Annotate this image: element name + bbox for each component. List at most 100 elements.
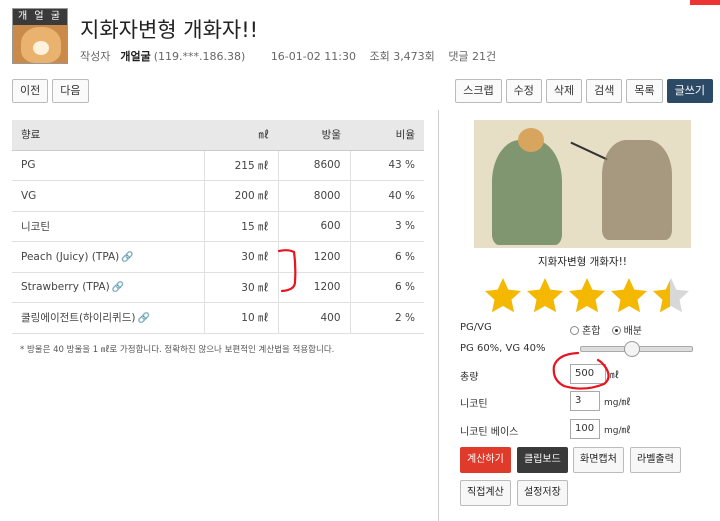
author-label: 작성자 xyxy=(80,50,111,63)
amount-unit: ㎖ xyxy=(610,371,620,381)
link-icon[interactable]: 🔗 xyxy=(121,252,133,263)
post-date: 16-01-02 11:30 xyxy=(270,50,356,63)
row-drops: 8000 xyxy=(277,180,350,212)
col-header-drops: 방울 xyxy=(278,120,350,151)
nic-label: 니코틴 xyxy=(460,399,488,410)
row-drops: 1200 xyxy=(277,272,350,303)
delete-button[interactable]: 삭제 xyxy=(545,79,583,103)
flavor-link[interactable]: Strawberry (TPA) xyxy=(21,281,110,293)
dog-head-icon xyxy=(518,128,544,152)
drops-note: * 방울은 40 방울을 1 ㎖로 가정합니다. 정확하진 않으나 보편적인 계… xyxy=(20,345,335,355)
row-drops: 600 xyxy=(277,211,350,242)
scrap-button[interactable]: 스크랩 xyxy=(455,79,502,103)
row-ml: 10 ㎖ xyxy=(203,302,278,334)
brush-stroke xyxy=(570,141,608,161)
edit-button[interactable]: 수정 xyxy=(505,79,542,103)
avatar[interactable]: 개 얼 굴 xyxy=(12,8,68,64)
star-icon[interactable] xyxy=(653,278,689,313)
pgvg-label: PG/VG xyxy=(460,322,492,333)
recipe-table: 향료 ㎖ 방울 비율 PG 215 ㎖ 8600 43 % VG 200 ㎖ 8… xyxy=(12,120,424,334)
clipboard-button[interactable]: 클립보드 xyxy=(517,447,568,473)
radio-dist-label: 배분 xyxy=(623,326,642,337)
label-print-button[interactable]: 라벨출력 xyxy=(630,447,681,473)
post-navbar: 이전 다음 스크랩 수정 삭제 검색 목록 글쓰기 xyxy=(12,79,713,105)
row-ratio: 3 % xyxy=(349,211,424,242)
dog-face-icon xyxy=(21,27,61,63)
slider-thumb[interactable] xyxy=(624,341,641,357)
base-input[interactable]: 100 xyxy=(570,419,600,439)
star-icon[interactable] xyxy=(527,278,563,313)
next-button[interactable]: 다음 xyxy=(52,79,89,103)
row-ratio: 40 % xyxy=(349,180,424,212)
row-ratio: 43 % xyxy=(349,150,424,181)
table-row: VG 200 ㎖ 8000 40 % xyxy=(12,180,424,212)
amount-input[interactable]: 500 xyxy=(570,364,606,384)
pgvg-slider[interactable] xyxy=(580,341,693,357)
radio-mix-label: 혼합 xyxy=(582,326,601,337)
row-name: 니코틴 xyxy=(12,211,204,242)
painted-figure xyxy=(602,140,672,240)
avatar-name: 개 얼 굴 xyxy=(13,9,67,25)
table-header-row: 향료 ㎖ 방울 비율 xyxy=(12,120,424,151)
top-red-bar xyxy=(690,0,720,5)
col-header-ml: ㎖ xyxy=(204,120,278,151)
list-button[interactable]: 목록 xyxy=(626,79,663,103)
author-ip: (119.***.186.38) xyxy=(153,50,246,63)
prev-button[interactable]: 이전 xyxy=(12,79,49,103)
amount-label: 총량 xyxy=(460,372,479,383)
painted-figure xyxy=(492,140,562,245)
capture-button[interactable]: 화면캡처 xyxy=(573,447,624,473)
recipe-caption: 지화자변형 개화자!! xyxy=(537,256,628,268)
page-title: 지화자변형 개화자!! xyxy=(80,18,259,42)
nic-input[interactable]: 3 xyxy=(570,391,600,411)
star-icon[interactable] xyxy=(569,278,605,313)
flavor-link[interactable]: 쿨링에이전트(하이리퀴드) xyxy=(21,312,135,324)
row-ratio: 6 % xyxy=(349,272,424,303)
radio-dist[interactable]: 배분 xyxy=(611,326,642,337)
star-rating[interactable] xyxy=(483,276,693,316)
view-count: 조회 3,473회 xyxy=(369,50,435,63)
author-name[interactable]: 개얼굴 xyxy=(120,50,150,63)
table-row: Strawberry (TPA) 🔗 30 ㎖ 1200 6 % xyxy=(12,272,424,303)
row-drops: 400 xyxy=(277,302,350,334)
calculate-button[interactable]: 계산하기 xyxy=(460,447,511,473)
pgvg-value: PG 60%, VG 40% xyxy=(460,343,546,354)
row-ratio: 2 % xyxy=(349,302,424,334)
star-icon[interactable] xyxy=(611,278,647,313)
save-settings-button[interactable]: 설정저장 xyxy=(517,480,568,506)
row-ml: 215 ㎖ xyxy=(203,150,278,181)
table-row: Peach (Juicy) (TPA) 🔗 30 ㎖ 1200 6 % xyxy=(12,241,424,273)
flavor-link[interactable]: Peach (Juicy) (TPA) xyxy=(21,251,119,263)
row-ratio: 6 % xyxy=(349,241,424,273)
row-name: VG xyxy=(12,180,204,212)
radio-checked-icon xyxy=(611,326,621,335)
radio-mix[interactable]: 혼합 xyxy=(570,326,600,337)
col-header-flavor: 향료 xyxy=(12,120,204,151)
star-rating-graphic xyxy=(485,278,689,313)
star-icon[interactable] xyxy=(485,278,521,313)
pgvg-row: PG/VG xyxy=(460,322,492,333)
post-meta: 작성자 개얼굴 (119.***.186.38) 16-01-02 11:30 조회… xyxy=(80,48,506,64)
base-label: 니코틴 베이스 xyxy=(460,427,519,438)
col-header-ratio: 비율 xyxy=(350,120,424,151)
direct-calc-button[interactable]: 직접계산 xyxy=(460,480,511,506)
table-row: PG 215 ㎖ 8600 43 % xyxy=(12,150,424,181)
radio-circle-icon xyxy=(570,326,579,335)
link-icon[interactable]: 🔗 xyxy=(112,282,124,293)
row-ml: 15 ㎖ xyxy=(203,211,278,242)
pgvg-options: 혼합 배분 xyxy=(570,322,642,337)
row-drops: 1200 xyxy=(277,241,350,273)
row-name: PG xyxy=(12,150,204,181)
search-button[interactable]: 검색 xyxy=(586,79,623,103)
link-icon[interactable]: 🔗 xyxy=(137,313,149,324)
row-drops: 8600 xyxy=(277,150,350,181)
nic-unit: mg/㎖ xyxy=(604,398,631,408)
row-ml: 30 ㎖ xyxy=(203,241,278,273)
base-unit: mg/㎖ xyxy=(604,426,631,436)
comment-count: 댓글 21건 xyxy=(448,50,497,63)
post-header: 개 얼 굴 지화자변형 개화자!! 작성자 개얼굴 (119.***.186.38)… xyxy=(12,8,712,66)
table-row: 쿨링에이전트(하이리퀴드) 🔗 10 ㎖ 400 2 % xyxy=(12,302,424,334)
write-button[interactable]: 글쓰기 xyxy=(666,79,713,103)
recipe-image xyxy=(474,120,691,248)
row-ml: 30 ㎖ xyxy=(203,272,278,303)
